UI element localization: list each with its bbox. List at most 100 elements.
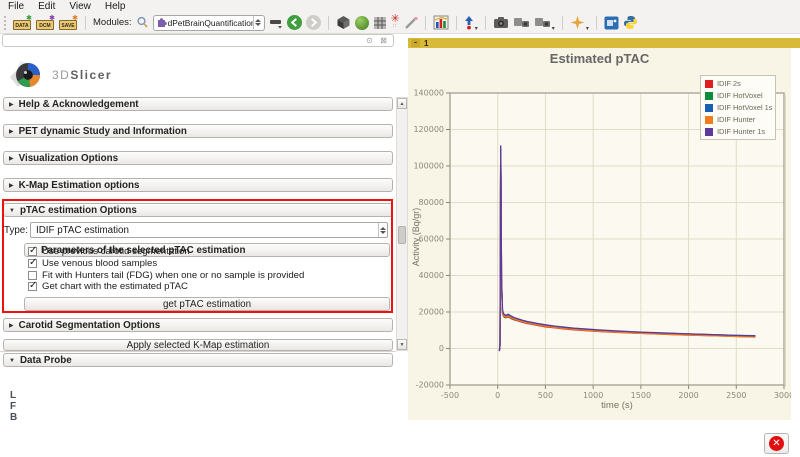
toolbar-separator (485, 16, 486, 30)
data-probe-layer-labels: L F B (10, 390, 17, 423)
legend-item: IDIF HotVoxel 1s (705, 103, 771, 112)
restore-scene-view-icon[interactable]: ▾ (534, 14, 555, 32)
python-console-icon[interactable] (623, 14, 638, 32)
ptac-type-combobox[interactable]: IDIF pTAC estimation (30, 222, 388, 238)
scroll-up-icon[interactable]: ▲ (397, 98, 407, 109)
svg-text:100000: 100000 (413, 162, 444, 171)
menu-view[interactable]: View (69, 1, 91, 12)
panel-divider (0, 351, 396, 352)
chart-view-bar[interactable]: - 1 (408, 38, 800, 48)
checkbox-get-chart[interactable]: Get chart with the estimated pTAC (28, 281, 188, 292)
legend-swatch (705, 92, 713, 100)
legend-swatch (705, 80, 713, 88)
collapse-arrow-icon (9, 205, 15, 216)
layout-grid-icon[interactable] (373, 14, 387, 32)
legend-item: IDIF Hunter (705, 115, 771, 124)
svg-text:0: 0 (439, 344, 444, 353)
view-tab-label: 1 (424, 39, 428, 48)
checkbox-icon[interactable] (28, 282, 37, 291)
type-label: Type: (4, 225, 28, 236)
apply-kmap-estimation-button[interactable]: Apply selected K-Map estimation (3, 339, 393, 351)
checkbox-fit-hunters-tail[interactable]: Fit with Hunters tail (FDG) when one or … (28, 270, 304, 281)
svg-text:2500: 2500 (726, 391, 746, 400)
svg-text:20000: 20000 (419, 308, 444, 317)
ptac-type-spinner[interactable] (378, 223, 387, 237)
crosshair-icon[interactable]: ▾ (570, 14, 589, 32)
menu-file[interactable]: File (8, 1, 24, 12)
toolbar-separator (596, 16, 597, 30)
scene-view-icon[interactable] (513, 14, 530, 32)
screenshot-icon[interactable] (493, 14, 509, 32)
svg-text:120000: 120000 (413, 125, 444, 134)
scrollbar-thumb[interactable] (398, 226, 406, 244)
show-3d-cube-icon[interactable] (336, 14, 351, 32)
svg-text:1000: 1000 (583, 391, 603, 400)
module-search-icon[interactable] (136, 14, 149, 32)
charts-icon[interactable] (433, 14, 449, 32)
menu-edit[interactable]: Edit (38, 1, 55, 12)
section-pet-dynamic-study[interactable]: PET dynamic Study and Information (3, 124, 393, 138)
ruler-icon[interactable] (404, 14, 418, 32)
section-visualization-options[interactable]: Visualization Options (3, 151, 393, 165)
menu-help[interactable]: Help (105, 1, 126, 12)
scroll-down-icon[interactable]: ▼ (397, 339, 407, 350)
toolbar-separator (328, 16, 329, 30)
section-help-acknowledgement[interactable]: Help & Acknowledgement (3, 97, 393, 111)
toolbar-separator (456, 16, 457, 30)
module-selector-spinner[interactable] (253, 16, 262, 29)
load-data-icon[interactable]: DATA ✱ (13, 16, 32, 30)
section-carotid-segmentation[interactable]: Carotid Segmentation Options (3, 318, 393, 332)
section-kmap-estimation[interactable]: K-Map Estimation options (3, 178, 393, 192)
svg-text:2000: 2000 (678, 391, 698, 400)
layer-label-l: L (10, 390, 17, 401)
collapse-arrow-icon (9, 180, 14, 191)
svg-text:80000: 80000 (419, 198, 444, 207)
legend-item: IDIF Hunter 1s (705, 127, 771, 136)
svg-text:1500: 1500 (631, 391, 651, 400)
place-fiducial-icon[interactable]: ▾ (464, 14, 478, 32)
module-forward-icon[interactable] (306, 15, 321, 30)
svg-text:0: 0 (495, 391, 500, 400)
legend-swatch (705, 104, 713, 112)
section-ptac-estimation[interactable]: pTAC estimation Options (3, 203, 393, 217)
svg-text:140000: 140000 (413, 89, 444, 98)
chart-view: Estimated pTAC Activity (Bq/gr) time (s)… (408, 48, 791, 420)
legend-swatch (705, 116, 713, 124)
collapse-arrow-icon (9, 126, 14, 137)
checkbox-use-venous-blood[interactable]: Use venous blood samples (28, 258, 157, 269)
slicer-logo: 3DSlicer (8, 55, 112, 95)
modules-label: Modules: (93, 17, 132, 28)
module-history-icon[interactable] (269, 14, 283, 32)
markups-icon[interactable]: ✳:: (391, 14, 400, 32)
load-dicom-icon[interactable]: DCM ✱ (36, 16, 55, 30)
svg-text:500: 500 (538, 391, 553, 400)
checkbox-icon[interactable] (28, 247, 37, 256)
module-back-icon[interactable] (287, 15, 302, 30)
svg-text:-500: -500 (441, 391, 459, 400)
collapse-arrow-icon (9, 355, 15, 366)
view-collapse-button[interactable]: - (411, 39, 420, 47)
layer-label-b: B (10, 412, 17, 423)
checkbox-icon[interactable] (28, 271, 37, 280)
svg-text:40000: 40000 (419, 271, 444, 280)
collapse-arrow-icon (9, 320, 14, 331)
legend-swatch (705, 128, 713, 136)
panel-undock-icon[interactable]: ⊙ (364, 36, 375, 46)
slicer-logo-text: 3DSlicer (52, 68, 112, 82)
toolbar-drag-handle[interactable] (4, 16, 7, 30)
extensions-manager-icon[interactable] (604, 14, 619, 32)
svg-text:-20000: -20000 (416, 381, 444, 390)
panel-close-icon[interactable]: ⊠ (378, 36, 389, 46)
slicer-logo-icon (8, 55, 48, 95)
volume-rendering-icon[interactable] (355, 14, 369, 32)
section-data-probe[interactable]: Data Probe (3, 353, 393, 367)
panel-scrollbar[interactable]: ▲ ▼ (396, 97, 408, 351)
module-panel-titlebar: ⊙ ⊠ (2, 34, 394, 47)
error-notification-button[interactable]: ✕ (764, 433, 789, 454)
save-icon[interactable]: SAVE ✱ (59, 16, 78, 30)
checkbox-icon[interactable] (28, 259, 37, 268)
checkbox-use-previous-carotid[interactable]: Use previous carotid segmentation (28, 246, 190, 257)
get-ptac-estimation-button[interactable]: get pTAC estimation (24, 297, 390, 311)
module-puzzle-icon (157, 17, 168, 28)
module-selector[interactable]: dPetBrainQuantification (153, 15, 265, 31)
